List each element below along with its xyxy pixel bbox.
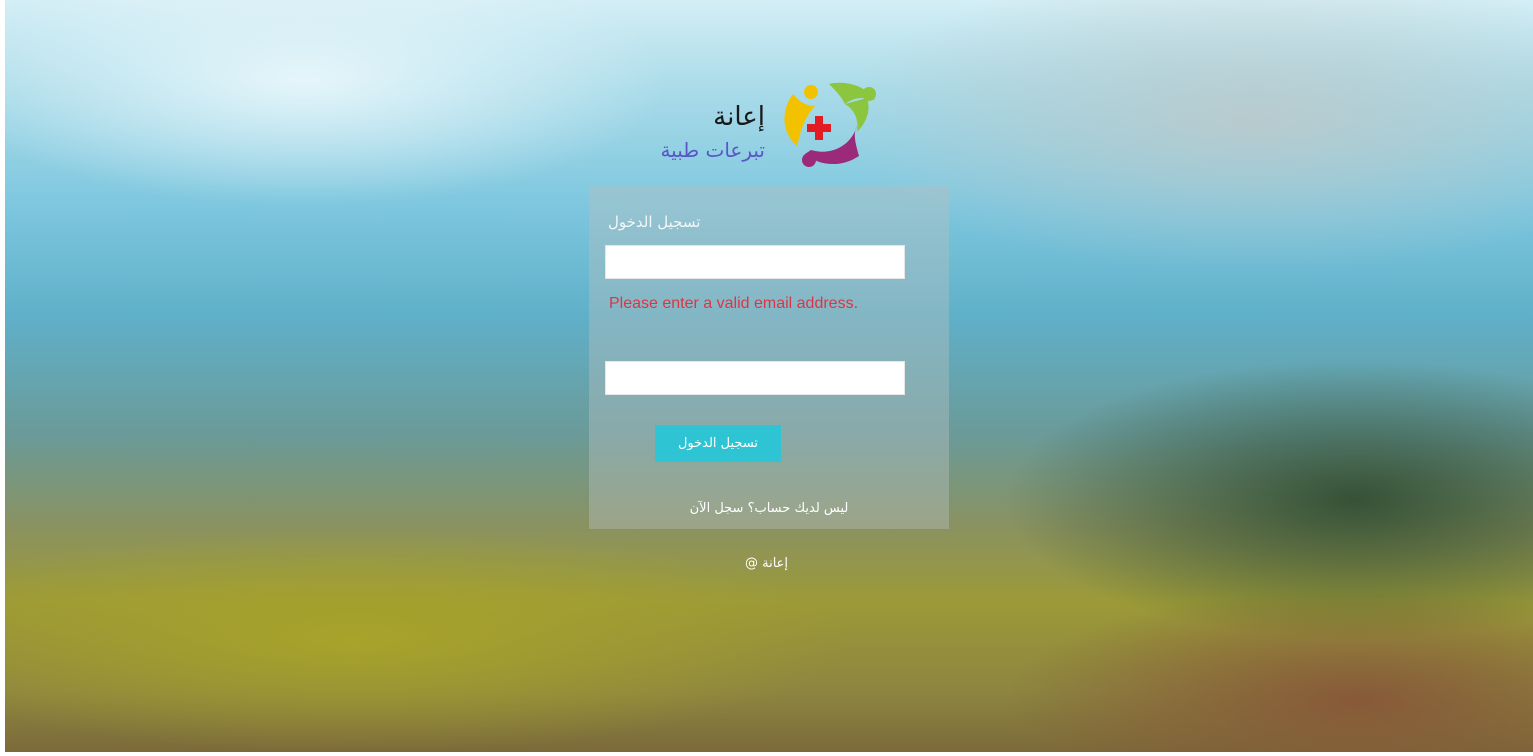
email-error-message: Please enter a valid email address.	[609, 295, 859, 312]
brand-tagline: تبرعات طبية	[660, 138, 765, 162]
login-button[interactable]: تسجيل الدخول	[655, 425, 781, 462]
email-field[interactable]	[605, 245, 905, 279]
register-link[interactable]: ليس لديك حساب؟ سجل الآن	[589, 501, 949, 516]
password-field[interactable]	[605, 361, 905, 395]
brand-logo: إعانة تبرعات طبية	[653, 80, 881, 180]
login-panel: تسجيل الدخول Please enter a valid email …	[589, 185, 949, 529]
brand-name: إعانة	[713, 102, 765, 132]
footer-copyright: إعانة @	[744, 556, 789, 571]
people-circle-red-cross-icon	[784, 82, 876, 167]
login-title: تسجيل الدخول	[608, 213, 701, 231]
